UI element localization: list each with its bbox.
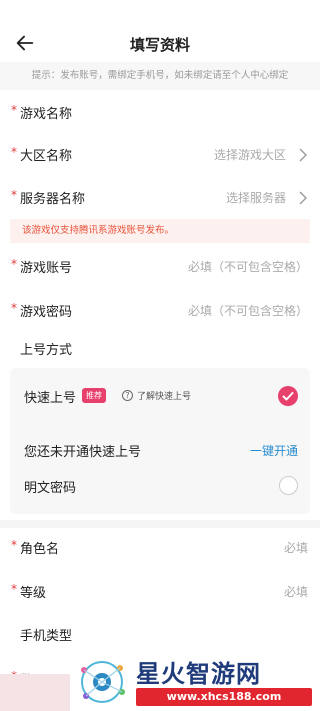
required-star: * [11,582,17,596]
help-text: 了解快速上号 [137,392,192,402]
watermark-title: 星火智游网 [136,660,261,688]
server-select[interactable]: 选择服务器 [226,189,286,206]
bottom-left-block [0,674,70,711]
quick-login-label: 快速上号 [24,390,77,406]
login-method-card: 快速上号 推荐 ? 了解快速上号 您还未开通快速上号 一键开通 明文密码 [10,368,310,514]
login-method-label: 上号方式 [20,342,73,358]
checked-icon[interactable] [278,386,298,406]
watermark-url: www.xhcs188.com [136,688,312,706]
chevron-right-icon [298,190,308,205]
header: 填写资料 [0,0,320,62]
watermark-logo-icon [81,661,125,703]
recommend-badge: 推荐 [82,388,106,403]
not-enabled-text: 您还未开通快速上号 [24,444,142,460]
role-name-row[interactable]: * 角色名 必填 [0,525,320,569]
level-input[interactable]: 必填 [284,583,308,600]
level-row[interactable]: * 等级 必填 [0,569,320,613]
region-select[interactable]: 选择游戏大区 [214,146,286,163]
game-account-label: 游戏账号 [20,260,73,276]
game-name-row[interactable]: * 游戏名称 [0,90,320,134]
game-password-label: 游戏密码 [20,304,73,320]
game-name-label: 游戏名称 [20,106,73,122]
required-star: * [11,538,17,552]
game-password-input[interactable]: 必填（不可包含空格） [188,302,308,319]
role-name-label: 角色名 [20,541,60,557]
required-star: * [11,145,17,159]
enable-quick-login-row: 您还未开通快速上号 一键开通 [10,430,310,470]
page-title: 填写资料 [129,36,190,54]
tip-bar: 提示：发布账号，需绑定手机号，如未绑定请至个人中心绑定 [0,62,320,90]
level-label: 等级 [20,585,47,601]
required-star: * [11,301,17,315]
chevron-right-icon [298,147,308,162]
plain-password-label: 明文密码 [24,480,77,496]
question-icon: ? [122,390,133,401]
plain-password-option[interactable]: 明文密码 [10,466,310,506]
game-account-row[interactable]: * 游戏账号 必填（不可包含空格） [0,244,320,288]
warning-bar: 该游戏仅支持腾讯系游戏账号发布。 [10,219,310,243]
required-star: * [11,103,17,117]
login-method-row: 上号方式 [0,326,320,370]
watermark: 星火智游网 www.xhcs188.com [70,650,320,711]
region-row[interactable]: * 大区名称 选择游戏大区 [0,132,320,176]
quick-login-help-link[interactable]: ? 了解快速上号 [122,389,191,402]
enable-quick-login-link[interactable]: 一键开通 [250,442,298,459]
unchecked-radio-icon[interactable] [279,476,298,495]
required-star: * [11,188,17,202]
region-label: 大区名称 [20,148,73,164]
role-name-input[interactable]: 必填 [284,539,308,556]
quick-login-option[interactable]: 快速上号 推荐 ? 了解快速上号 [10,376,310,416]
game-account-input[interactable]: 必填（不可包含空格） [188,258,308,275]
server-label: 服务器名称 [20,191,86,207]
server-row[interactable]: * 服务器名称 选择服务器 [0,175,320,219]
phone-type-label: 手机类型 [20,628,73,644]
required-star: * [11,257,17,271]
